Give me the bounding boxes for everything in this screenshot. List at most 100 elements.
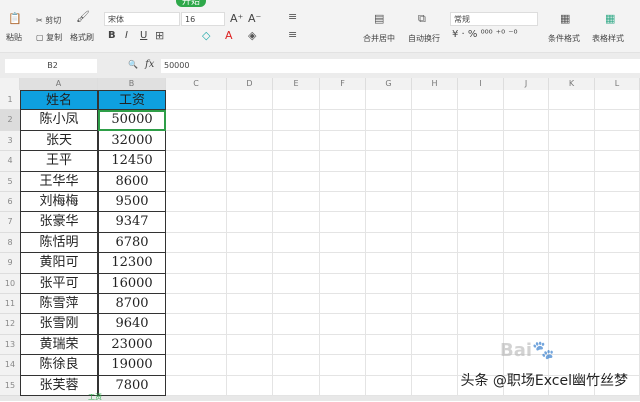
table-cell[interactable]: 陈小凤 — [20, 110, 98, 131]
empty-cell[interactable] — [366, 314, 412, 335]
empty-cell[interactable] — [504, 90, 549, 111]
empty-cell[interactable] — [273, 375, 320, 396]
empty-cell[interactable] — [166, 212, 227, 233]
table-cell[interactable]: 32000 — [98, 130, 166, 152]
empty-cell[interactable] — [320, 90, 366, 111]
empty-cell[interactable] — [595, 90, 640, 111]
empty-cell[interactable] — [412, 294, 458, 315]
empty-cell[interactable] — [549, 171, 595, 192]
empty-cell[interactable] — [227, 355, 273, 376]
empty-cell[interactable] — [412, 314, 458, 335]
empty-cell[interactable] — [504, 130, 549, 152]
empty-cell[interactable] — [366, 273, 412, 294]
empty-cell[interactable] — [366, 192, 412, 213]
empty-cell[interactable] — [412, 171, 458, 192]
empty-cell[interactable] — [595, 212, 640, 233]
empty-cell[interactable] — [273, 110, 320, 131]
empty-cell[interactable] — [273, 192, 320, 213]
empty-cell[interactable] — [366, 375, 412, 396]
column-header-C[interactable]: C — [166, 78, 227, 90]
empty-cell[interactable] — [366, 355, 412, 376]
column-header-K[interactable]: K — [549, 78, 595, 90]
empty-cell[interactable] — [366, 151, 412, 172]
empty-cell[interactable] — [166, 334, 227, 356]
empty-cell[interactable] — [227, 334, 273, 356]
empty-cell[interactable] — [504, 151, 549, 172]
empty-cell[interactable] — [458, 171, 504, 192]
empty-cell[interactable] — [595, 232, 640, 254]
empty-cell[interactable] — [549, 314, 595, 335]
empty-cell[interactable] — [273, 314, 320, 335]
empty-cell[interactable] — [166, 294, 227, 315]
empty-cell[interactable] — [320, 212, 366, 233]
column-header-I[interactable]: I — [458, 78, 504, 90]
empty-cell[interactable] — [458, 232, 504, 254]
empty-cell[interactable] — [504, 232, 549, 254]
empty-cell[interactable] — [595, 294, 640, 315]
border-icon[interactable]: ⊞ — [155, 29, 164, 42]
empty-cell[interactable] — [458, 334, 504, 356]
row-header-8[interactable]: 8 — [0, 232, 20, 254]
row-header-6[interactable]: 6 — [0, 192, 20, 213]
empty-cell[interactable] — [227, 192, 273, 213]
column-header-F[interactable]: F — [320, 78, 366, 90]
empty-cell[interactable] — [549, 294, 595, 315]
paste-button[interactable]: 粘贴 — [6, 32, 22, 43]
empty-cell[interactable] — [166, 171, 227, 192]
empty-cell[interactable] — [366, 171, 412, 192]
empty-cell[interactable] — [549, 110, 595, 131]
empty-cell[interactable] — [227, 314, 273, 335]
empty-cell[interactable] — [227, 212, 273, 233]
empty-cell[interactable] — [595, 192, 640, 213]
empty-cell[interactable] — [458, 314, 504, 335]
empty-cell[interactable] — [458, 212, 504, 233]
empty-cell[interactable] — [273, 90, 320, 111]
row-header-14[interactable]: 14 — [0, 355, 20, 376]
table-style-button[interactable]: 表格样式 — [592, 33, 624, 44]
underline-button[interactable]: U — [140, 30, 147, 41]
empty-cell[interactable] — [412, 130, 458, 152]
table-cell[interactable]: 8600 — [98, 171, 166, 192]
empty-cell[interactable] — [549, 90, 595, 111]
table-cell[interactable]: 16000 — [98, 273, 166, 294]
increase-font-icon[interactable]: A⁺ — [230, 12, 243, 25]
empty-cell[interactable] — [320, 151, 366, 172]
empty-cell[interactable] — [320, 110, 366, 131]
empty-cell[interactable] — [595, 253, 640, 274]
zoom-search-icon[interactable]: 🔍 — [128, 60, 138, 69]
conditional-format-button[interactable]: 条件格式 — [548, 33, 580, 44]
table-cell[interactable]: 王平 — [20, 151, 98, 172]
number-format-icons[interactable]: ¥ · % ⁰⁰⁰ ⁺⁰ ⁻⁰ — [452, 29, 518, 40]
empty-cell[interactable] — [504, 253, 549, 274]
row-header-1[interactable]: 1 — [0, 90, 20, 111]
table-cell[interactable]: 张平可 — [20, 273, 98, 294]
empty-cell[interactable] — [227, 232, 273, 254]
align-left-icon[interactable]: ≡ — [288, 28, 297, 41]
empty-cell[interactable] — [504, 171, 549, 192]
bold-button[interactable]: B — [108, 30, 116, 41]
empty-cell[interactable] — [549, 130, 595, 152]
empty-cell[interactable] — [458, 273, 504, 294]
column-header-J[interactable]: J — [504, 78, 549, 90]
empty-cell[interactable] — [273, 294, 320, 315]
table-cell[interactable]: 7800 — [98, 375, 166, 396]
row-header-2[interactable]: 2 — [0, 110, 20, 131]
empty-cell[interactable] — [366, 212, 412, 233]
table-cell[interactable]: 23000 — [98, 334, 166, 356]
empty-cell[interactable] — [166, 375, 227, 396]
decrease-font-icon[interactable]: A⁻ — [248, 12, 261, 25]
empty-cell[interactable] — [549, 334, 595, 356]
row-header-4[interactable]: 4 — [0, 151, 20, 172]
font-size-select[interactable]: 16 — [181, 12, 225, 26]
table-cell[interactable]: 王华华 — [20, 171, 98, 192]
table-cell[interactable]: 50000 — [98, 110, 166, 131]
font-color-icon[interactable]: A — [225, 29, 233, 42]
empty-cell[interactable] — [273, 355, 320, 376]
empty-cell[interactable] — [166, 151, 227, 172]
empty-cell[interactable] — [458, 253, 504, 274]
empty-cell[interactable] — [412, 232, 458, 254]
empty-cell[interactable] — [595, 151, 640, 172]
empty-cell[interactable] — [412, 192, 458, 213]
table-cell[interactable]: 19000 — [98, 355, 166, 376]
empty-cell[interactable] — [227, 253, 273, 274]
